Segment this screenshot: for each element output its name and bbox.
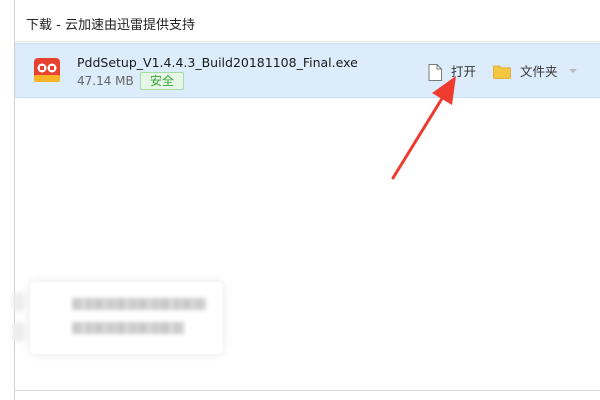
caret-down-icon[interactable]	[567, 66, 579, 76]
blurred-text-line	[72, 322, 184, 334]
title-bar: 下载 - 云加速由迅雷提供支持	[15, 0, 600, 42]
safety-badge: 安全	[140, 72, 184, 90]
app-icon	[34, 58, 60, 82]
blurred-popup	[12, 282, 223, 354]
open-folder-label: 文件夹	[520, 64, 558, 79]
document-icon	[428, 63, 442, 81]
open-folder-button[interactable]: 文件夹	[493, 60, 558, 84]
folder-icon	[493, 65, 511, 79]
open-button[interactable]: 打开	[428, 60, 476, 84]
download-window: 下载 - 云加速由迅雷提供支持 PddSetup_V1.4.4.3_Build2…	[0, 0, 600, 400]
blurred-avatar-bottom	[12, 322, 26, 342]
blurred-text-line	[72, 298, 206, 310]
file-name[interactable]: PddSetup_V1.4.4.3_Build20181108_Final.ex…	[77, 55, 358, 71]
window-bottom-border	[14, 390, 600, 391]
file-size: 47.14 MB	[77, 74, 134, 88]
download-item[interactable]: PddSetup_V1.4.4.3_Build20181108_Final.ex…	[15, 43, 600, 98]
blurred-avatar-top	[12, 292, 26, 312]
window-title: 下载 - 云加速由迅雷提供支持	[26, 18, 195, 33]
open-button-label: 打开	[451, 64, 477, 79]
